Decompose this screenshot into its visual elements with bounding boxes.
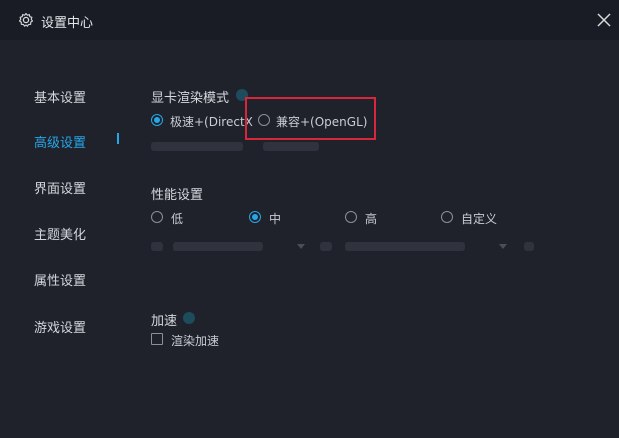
acceleration-title: 加速 <box>151 314 178 329</box>
radio-perf-custom[interactable] <box>441 211 453 223</box>
radio-directx-label[interactable]: 极速+(DirectX <box>170 113 253 130</box>
performance-title: 性能设置 <box>151 188 204 203</box>
chevron-down-icon[interactable] <box>297 244 305 249</box>
blurred-option <box>524 242 534 251</box>
gear-icon <box>18 12 34 27</box>
sidebar-item-game[interactable]: 游戏设置 <box>34 317 86 336</box>
radio-perf-medium-label[interactable]: 中 <box>269 210 281 227</box>
sidebar-item-properties[interactable]: 属性设置 <box>34 270 86 289</box>
sidebar-item-theme[interactable]: 主题美化 <box>34 224 86 243</box>
blurred-option <box>320 242 332 251</box>
render-mode-title: 显卡渲染模式 <box>151 91 230 106</box>
radio-perf-custom-label[interactable]: 自定义 <box>461 210 497 227</box>
sidebar-item-advanced[interactable]: 高级设置 <box>34 132 86 151</box>
blurred-select[interactable] <box>345 242 465 251</box>
radio-perf-high[interactable] <box>345 211 357 223</box>
sidebar-item-interface[interactable]: 界面设置 <box>34 178 86 197</box>
blurred-option <box>151 242 163 251</box>
render-accel-checkbox[interactable] <box>151 333 163 345</box>
render-accel-label[interactable]: 渲染加速 <box>171 332 219 349</box>
sidebar-item-basic[interactable]: 基本设置 <box>34 87 86 106</box>
active-indicator <box>117 133 119 144</box>
radio-perf-low[interactable] <box>151 211 163 223</box>
radio-perf-low-label[interactable]: 低 <box>171 210 183 227</box>
title-bar: 设置中心 <box>0 0 619 40</box>
blurred-hint-text <box>151 142 243 151</box>
chevron-down-icon[interactable] <box>499 244 507 249</box>
help-icon[interactable] <box>183 312 195 324</box>
blurred-select[interactable] <box>173 242 263 251</box>
window-title: 设置中心 <box>41 16 94 31</box>
radio-directx[interactable] <box>151 114 163 126</box>
blurred-hint-text <box>263 142 319 151</box>
highlight-box <box>245 97 376 140</box>
close-icon[interactable] <box>595 11 613 29</box>
radio-perf-high-label[interactable]: 高 <box>365 210 377 227</box>
radio-perf-medium[interactable] <box>249 211 261 223</box>
